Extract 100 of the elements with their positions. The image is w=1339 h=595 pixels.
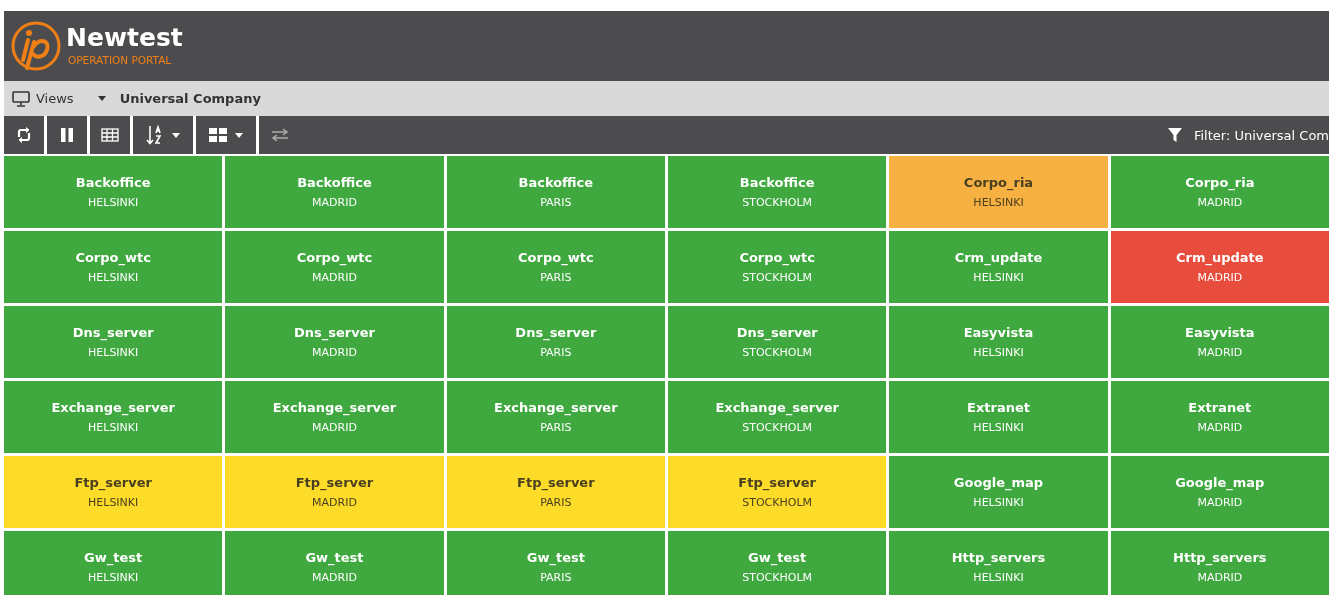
location-label: STOCKHOLM [742,346,813,359]
location-label: MADRID [1197,496,1243,509]
status-tile[interactable]: Corpo_ria MADRID [1110,156,1329,228]
views-button[interactable]: Views [12,90,74,107]
status-tile[interactable]: Gw_test MADRID [225,531,444,595]
status-tile[interactable]: Backoffice STOCKHOLM [668,156,887,228]
service-name: Exchange_server [51,400,175,415]
service-name: Ftp_server [738,475,816,490]
status-tile[interactable]: Corpo_wtc MADRID [225,231,444,303]
brand-subtitle: OPERATION PORTAL [67,53,173,68]
location-label: HELSINKI [973,421,1024,434]
location-label: HELSINKI [973,496,1024,509]
service-name: Corpo_wtc [75,250,151,265]
status-tile[interactable]: Google_map HELSINKI [889,456,1108,528]
service-name: Gw_test [84,550,143,565]
location-label: PARIS [540,271,572,284]
status-tile[interactable]: Exchange_server HELSINKI [4,381,223,453]
location-label: PARIS [540,421,572,434]
location-label: HELSINKI [88,421,139,434]
service-name: Gw_test [526,550,585,565]
location-label: MADRID [312,346,357,359]
service-name: Crm_update [1176,250,1264,265]
service-name: Corpo_ria [963,175,1034,190]
status-tile[interactable]: Extranet HELSINKI [889,381,1108,453]
location-label: MADRID [312,421,357,434]
location-label: MADRID [1197,421,1243,434]
location-label: HELSINKI [973,271,1024,284]
location-label: MADRID [312,571,357,584]
location-label: PARIS [540,346,572,359]
service-name: Backoffice [739,175,815,190]
service-name: Exchange_server [272,400,397,415]
status-tile[interactable]: Ftp_server STOCKHOLM [668,456,887,528]
location-label: MADRID [312,496,357,509]
status-tile[interactable]: Corpo_ria HELSINKI [889,156,1108,228]
status-tile[interactable]: Corpo_wtc HELSINKI [4,231,223,303]
status-tile[interactable]: Extranet MADRID [1110,381,1329,453]
location-label: MADRID [1197,571,1243,584]
status-tile[interactable]: Backoffice MADRID [225,156,444,228]
location-label: STOCKHOLM [742,271,813,284]
status-tile[interactable]: Corpo_wtc STOCKHOLM [668,231,887,303]
status-tile[interactable]: Dns_server HELSINKI [4,306,223,378]
location-label: HELSINKI [973,346,1024,359]
location-label: MADRID [1197,196,1243,209]
status-tile[interactable]: Ftp_server HELSINKI [4,456,223,528]
service-name: Extranet [967,400,1030,415]
service-name: Corpo_wtc [518,250,594,265]
location-label: HELSINKI [88,571,139,584]
service-name: Corpo_wtc [739,250,815,265]
location-label: HELSINKI [88,196,139,209]
service-name: Ftp_server [517,475,595,490]
status-tile[interactable]: Google_map MADRID [1110,456,1329,528]
status-tile[interactable]: Exchange_server MADRID [225,381,444,453]
status-tile[interactable]: Backoffice PARIS [446,156,665,228]
service-name: Dns_server [294,325,375,340]
status-tile[interactable]: Http_servers MADRID [1110,531,1329,595]
location-label: PARIS [540,196,572,209]
status-tile[interactable]: Crm_update MADRID [1110,231,1329,303]
status-tile[interactable]: Easyvista MADRID [1110,306,1329,378]
service-name: Exchange_server [494,400,618,415]
status-tile[interactable]: Ftp_server MADRID [225,456,444,528]
location-label: HELSINKI [88,346,139,359]
service-name: Backoffice [75,175,151,190]
location-label: MADRID [1197,271,1243,284]
location-label: HELSINKI [88,496,139,509]
location-label: MADRID [312,271,357,284]
service-name: Backoffice [518,175,594,190]
location-label: PARIS [540,496,572,509]
service-name: Crm_update [954,250,1043,265]
view-dropdown[interactable]: Universal Company [97,91,261,106]
location-label: STOCKHOLM [742,196,813,209]
status-tile[interactable]: Gw_test HELSINKI [4,531,223,595]
service-name: Google_map [953,475,1044,490]
status-tile[interactable]: Dns_server MADRID [225,306,444,378]
status-tile[interactable]: Gw_test PARIS [446,531,665,595]
service-name: Extranet [1188,400,1252,415]
service-name: Http_servers [951,550,1046,565]
service-name: Corpo_wtc [296,250,373,265]
location-label: STOCKHOLM [742,571,813,584]
location-label: HELSINKI [88,271,139,284]
service-name: Dns_server [72,325,154,340]
status-tile[interactable]: Dns_server STOCKHOLM [668,306,887,378]
status-tile[interactable]: Ftp_server PARIS [446,456,665,528]
status-tile[interactable]: Easyvista HELSINKI [889,306,1108,378]
location-label: STOCKHOLM [742,421,813,434]
service-name: Gw_test [305,550,364,565]
status-tile[interactable]: Backoffice HELSINKI [4,156,223,228]
status-tile[interactable]: Gw_test STOCKHOLM [668,531,887,595]
status-tile[interactable]: Exchange_server STOCKHOLM [668,381,887,453]
service-name: Corpo_ria [1185,175,1255,190]
service-name: Dns_server [736,325,818,340]
location-label: MADRID [1197,346,1243,359]
filter-label: Filter: Universal Com [1193,127,1329,143]
location-label: MADRID [312,196,357,209]
service-name: Ftp_server [295,475,374,490]
status-tile[interactable]: Corpo_wtc PARIS [446,231,665,303]
status-tile[interactable]: Dns_server PARIS [446,306,665,378]
status-tile[interactable]: Http_servers HELSINKI [889,531,1108,595]
status-tile[interactable]: Crm_update HELSINKI [889,231,1108,303]
service-name: Easyvista [963,325,1034,340]
status-tile[interactable]: Exchange_server PARIS [446,381,665,453]
